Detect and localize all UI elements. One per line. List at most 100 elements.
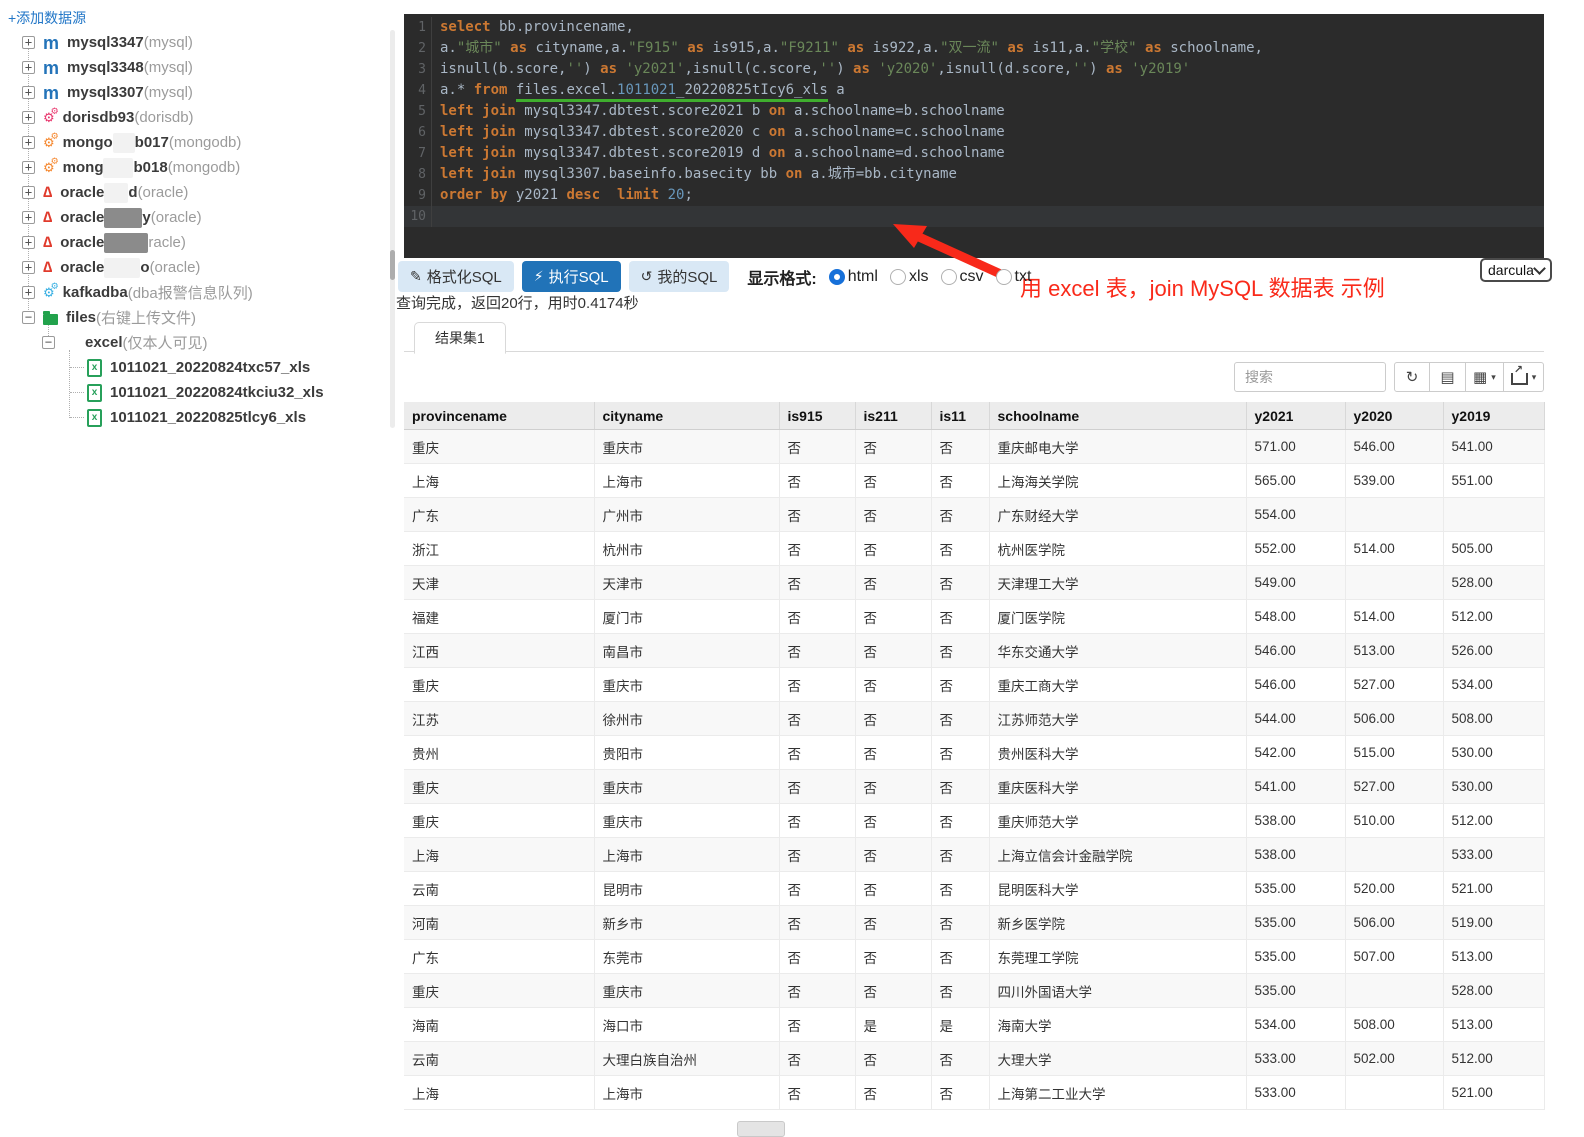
- mysql-icon: m: [43, 82, 60, 103]
- expand-toggle-icon[interactable]: +: [22, 61, 35, 74]
- editor-line[interactable]: 5 left join mysql3347.dbtest.score2021 b …: [404, 101, 1544, 122]
- my-sql-button[interactable]: ↺ 我的SQL: [628, 261, 730, 292]
- expand-toggle-icon[interactable]: +: [22, 211, 35, 224]
- export-icon: [1510, 363, 1528, 385]
- table-row[interactable]: 重庆 重庆市否否否重庆邮电大学 571.00 546.00 541.00: [404, 429, 1545, 464]
- redaction-box: [104, 207, 143, 228]
- line-number: 5: [404, 101, 432, 122]
- radio-icon: [995, 268, 1012, 285]
- table-row[interactable]: 云南 昆明市否否否昆明医科大学 535.00 520.00 521.00: [404, 871, 1545, 906]
- export-button[interactable]: ▾: [1503, 362, 1545, 392]
- tree-item-mysql3347[interactable]: + m mysql3347 (mysql): [0, 30, 388, 55]
- kafka-gears-icon: ⚙ ⚙: [43, 280, 59, 300]
- tree-item-oracle[interactable]: + ∆ oracle y (oracle): [0, 205, 388, 230]
- tree-item-mongo[interactable]: + ⚙ ⚙ mongo b017 (mongodb): [0, 130, 388, 155]
- editor-line[interactable]: 2 a."城市" as cityname,a."F915" as is915,a.…: [404, 38, 1544, 59]
- expand-toggle-icon[interactable]: +: [22, 86, 35, 99]
- editor-line[interactable]: 8 left join mysql3307.baseinfo.basecity b…: [404, 164, 1544, 185]
- tree-item-kafkadba[interactable]: + ⚙ ⚙ kafkadba (dba报警信息队列): [0, 280, 388, 305]
- table-row[interactable]: 云南 大理白族自治州否否否大理大学 533.00 502.00 512.00: [404, 1041, 1545, 1076]
- sidebar-scrollbar-thumb[interactable]: [390, 250, 395, 280]
- column-header-y2020: y2020: [1345, 402, 1444, 430]
- editor-line[interactable]: 9 order by y2021 desc limit 20;: [404, 185, 1544, 206]
- line-number: 8: [404, 164, 432, 185]
- result-tab[interactable]: 结果集1: [414, 322, 506, 354]
- expand-toggle-icon[interactable]: +: [22, 161, 35, 174]
- column-header-y2021: y2021: [1246, 402, 1346, 430]
- sql-editor[interactable]: 1 select bb.provincename, 2 a."城市" as cityn…: [404, 14, 1544, 258]
- tree-item-1011021_20220825tlcy6_xls[interactable]: x 1011021_20220825tlcy6_xls: [0, 405, 388, 430]
- expand-toggle-icon[interactable]: +: [22, 286, 35, 299]
- table-row[interactable]: 上海 上海市否否否上海第二工业大学 533.00 521.00: [404, 1075, 1545, 1110]
- oracle-icon: ∆: [43, 259, 53, 276]
- theme-select-value: darcula: [1488, 262, 1534, 278]
- table-view-button[interactable]: ▤: [1430, 362, 1466, 392]
- table-row[interactable]: 江西 南昌市否否否华东交通大学 546.00 513.00 526.00: [404, 633, 1545, 668]
- table-row[interactable]: 重庆 重庆市否否否重庆工商大学 546.00 527.00 534.00: [404, 667, 1545, 702]
- table-row[interactable]: 重庆 重庆市否否否重庆医科大学 541.00 527.00 530.00: [404, 769, 1545, 804]
- expand-toggle-icon[interactable]: +: [22, 36, 35, 49]
- caret-down-icon: ▾: [1491, 371, 1496, 382]
- format-radio-html[interactable]: html: [828, 268, 878, 286]
- theme-select[interactable]: darcula: [1480, 258, 1552, 282]
- tree-item-dorisdb93[interactable]: + ⚙ ⚙ dorisdb93 (dorisdb): [0, 105, 388, 130]
- redaction-box: [104, 257, 141, 278]
- editor-line[interactable]: 6 left join mysql3347.dbtest.score2020 c …: [404, 122, 1544, 143]
- datasource-tree: + m mysql3347 (mysql) + m mysql3348 (mysql) + m my…: [0, 30, 388, 430]
- column-header-is915: is915: [779, 402, 856, 430]
- collapse-toggle-icon[interactable]: −: [42, 336, 55, 349]
- tree-item-1011021_20220824tkciu32_xls[interactable]: x 1011021_20220824tkciu32_xls: [0, 380, 388, 405]
- editor-line[interactable]: 7 left join mysql3347.dbtest.score2019 d …: [404, 143, 1544, 164]
- table-row[interactable]: 浙江 杭州市否否否杭州医学院 552.00 514.00 505.00: [404, 531, 1545, 566]
- pencil-icon: ✎: [410, 268, 422, 284]
- editor-line[interactable]: 3 isnull(b.score,'') as 'y2021',isnull(c.…: [404, 59, 1544, 80]
- table-row[interactable]: 广东 东莞市否否否东莞理工学院 535.00 507.00 513.00: [404, 939, 1545, 974]
- tree-item-mysql3307[interactable]: + m mysql3307 (mysql): [0, 80, 388, 105]
- tree-item-oracle[interactable]: + ∆ oracle racle): [0, 230, 388, 255]
- run-sql-button[interactable]: ⚡ 执行SQL: [521, 261, 621, 292]
- add-datasource-link[interactable]: +添加数据源: [8, 8, 86, 28]
- expand-toggle-icon[interactable]: +: [22, 186, 35, 199]
- editor-line[interactable]: 4 a.* from files.excel.1011021_20220825tI…: [404, 80, 1544, 102]
- format-sql-button[interactable]: ✎ 格式化SQL: [398, 261, 514, 292]
- expand-toggle-icon[interactable]: +: [22, 236, 35, 249]
- tree-item-files[interactable]: − files (右键上传文件): [0, 305, 388, 330]
- table-row[interactable]: 福建 厦门市否否否厦门医学院 548.00 514.00 512.00: [404, 599, 1545, 634]
- tree-item-excel[interactable]: − excel (仅本人可见): [0, 330, 388, 355]
- table-row[interactable]: 江苏 徐州市否否否江苏师范大学 544.00 506.00 508.00: [404, 701, 1545, 736]
- table-row[interactable]: 重庆 重庆市否否否重庆师范大学 538.00 510.00 512.00: [404, 803, 1545, 838]
- editor-line[interactable]: 1 select bb.provincename,: [404, 17, 1544, 38]
- column-header-y2019: y2019: [1443, 402, 1545, 430]
- table-row[interactable]: 重庆 重庆市否否否四川外国语大学 535.00 528.00: [404, 973, 1545, 1008]
- format-radio-csv[interactable]: csv: [940, 268, 984, 286]
- table-row[interactable]: 河南 新乡市否否否新乡医学院 535.00 506.00 519.00: [404, 905, 1545, 940]
- table-row[interactable]: 上海 上海市否否否上海海关学院 565.00 539.00 551.00: [404, 463, 1545, 498]
- refresh-button[interactable]: ↻: [1394, 362, 1430, 392]
- tree-item-oracle[interactable]: + ∆ oracle d (oracle): [0, 180, 388, 205]
- grid-icon: ▦: [1473, 369, 1488, 386]
- tree-item-oracle[interactable]: + ∆ oracle o (oracle): [0, 255, 388, 280]
- table-row[interactable]: 贵州 贵阳市否否否贵州医科大学 542.00 515.00 530.00: [404, 735, 1545, 770]
- line-number: 1: [404, 17, 432, 38]
- table-row[interactable]: 天津 天津市否否否天津理工大学 549.00 528.00: [404, 565, 1545, 600]
- expand-toggle-icon[interactable]: +: [22, 111, 35, 124]
- tree-item-mysql3348[interactable]: + m mysql3348 (mysql): [0, 55, 388, 80]
- redaction-box: [103, 157, 134, 178]
- tree-item-mong[interactable]: + ⚙ ⚙ mong b018 (mongodb): [0, 155, 388, 180]
- oracle-icon: ∆: [43, 209, 53, 226]
- column-header-provincename: provincename: [404, 402, 595, 430]
- columns-button[interactable]: ▦ ▾: [1466, 362, 1504, 392]
- expand-toggle-icon[interactable]: +: [22, 136, 35, 149]
- sidebar-scrollbar-track[interactable]: [390, 30, 395, 428]
- expand-toggle-icon[interactable]: +: [22, 261, 35, 274]
- table-row[interactable]: 广东 广州市否否否广东财经大学 554.00: [404, 497, 1545, 532]
- editor-line[interactable]: 10: [404, 206, 1544, 227]
- format-radio-xls[interactable]: xls: [889, 268, 929, 286]
- table-toolbar: ↻ ▤ ▦▾ ▾: [1394, 362, 1545, 392]
- tree-item-1011021_20220824txc57_xls[interactable]: x 1011021_20220824txc57_xls: [0, 355, 388, 380]
- table-row[interactable]: 海南 海口市否是是海南大学 534.00 508.00 513.00: [404, 1007, 1545, 1042]
- format-radio-txt[interactable]: txt: [995, 268, 1031, 286]
- table-row[interactable]: 上海 上海市否否否上海立信会计金融学院 538.00 533.00: [404, 837, 1545, 872]
- collapse-toggle-icon[interactable]: −: [22, 311, 35, 324]
- search-input[interactable]: [1234, 362, 1386, 392]
